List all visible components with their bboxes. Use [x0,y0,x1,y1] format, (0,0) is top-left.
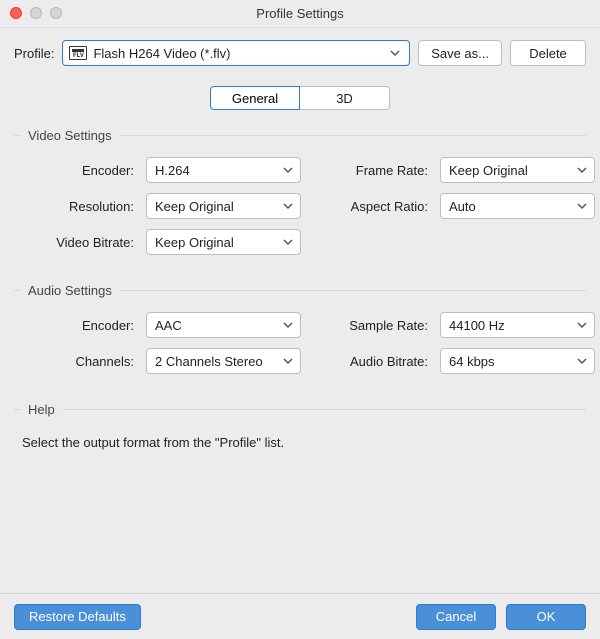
tab-3d[interactable]: 3D [300,86,390,110]
chevron-down-icon [574,320,590,330]
profile-label: Profile: [14,46,54,61]
video-settings-group: Video Settings Encoder: H.264 Frame Rate… [14,128,586,255]
audio-settings-title: Audio Settings [14,283,586,298]
restore-defaults-button[interactable]: Restore Defaults [14,604,141,630]
profile-row: Profile: FLV Flash H264 Video (*.flv) Sa… [0,28,600,76]
video-settings-title: Video Settings [14,128,586,143]
sample-rate-select[interactable]: 44100 Hz [440,312,595,338]
video-encoder-label: Encoder: [14,163,134,178]
frame-rate-label: Frame Rate: [313,163,428,178]
chevron-down-icon [387,48,403,58]
window-title: Profile Settings [0,6,600,21]
chevron-down-icon [280,201,296,211]
titlebar: Profile Settings [0,0,600,28]
audio-settings-group: Audio Settings Encoder: AAC Sample Rate:… [14,283,586,374]
delete-button[interactable]: Delete [510,40,586,66]
chevron-down-icon [574,356,590,366]
chevron-down-icon [280,320,296,330]
audio-encoder-select[interactable]: AAC [146,312,301,338]
ok-button[interactable]: OK [506,604,586,630]
video-encoder-select[interactable]: H.264 [146,157,301,183]
resolution-label: Resolution: [14,199,134,214]
chevron-down-icon [574,201,590,211]
channels-label: Channels: [14,354,134,369]
audio-encoder-label: Encoder: [14,318,134,333]
chevron-down-icon [574,165,590,175]
footer: Restore Defaults Cancel OK [0,593,600,639]
chevron-down-icon [280,165,296,175]
zoom-window-button[interactable] [50,7,62,19]
sample-rate-label: Sample Rate: [313,318,428,333]
frame-rate-select[interactable]: Keep Original [440,157,595,183]
chevron-down-icon [280,356,296,366]
audio-bitrate-label: Audio Bitrate: [313,354,428,369]
flv-icon: FLV [69,46,87,60]
tabs: General 3D [0,86,600,110]
resolution-select[interactable]: Keep Original [146,193,301,219]
chevron-down-icon [280,237,296,247]
audio-bitrate-select[interactable]: 64 kbps [440,348,595,374]
minimize-window-button[interactable] [30,7,42,19]
tab-general[interactable]: General [210,86,300,110]
help-title: Help [14,402,586,417]
aspect-ratio-label: Aspect Ratio: [313,199,428,214]
video-bitrate-select[interactable]: Keep Original [146,229,301,255]
profile-select-value: Flash H264 Video (*.flv) [93,46,387,61]
aspect-ratio-select[interactable]: Auto [440,193,595,219]
cancel-button[interactable]: Cancel [416,604,496,630]
video-bitrate-label: Video Bitrate: [14,235,134,250]
profile-select[interactable]: FLV Flash H264 Video (*.flv) [62,40,410,66]
help-text: Select the output format from the "Profi… [14,431,586,450]
save-as-button[interactable]: Save as... [418,40,502,66]
channels-select[interactable]: 2 Channels Stereo [146,348,301,374]
window-controls [10,7,62,19]
help-group: Help Select the output format from the "… [14,402,586,450]
close-window-button[interactable] [10,7,22,19]
